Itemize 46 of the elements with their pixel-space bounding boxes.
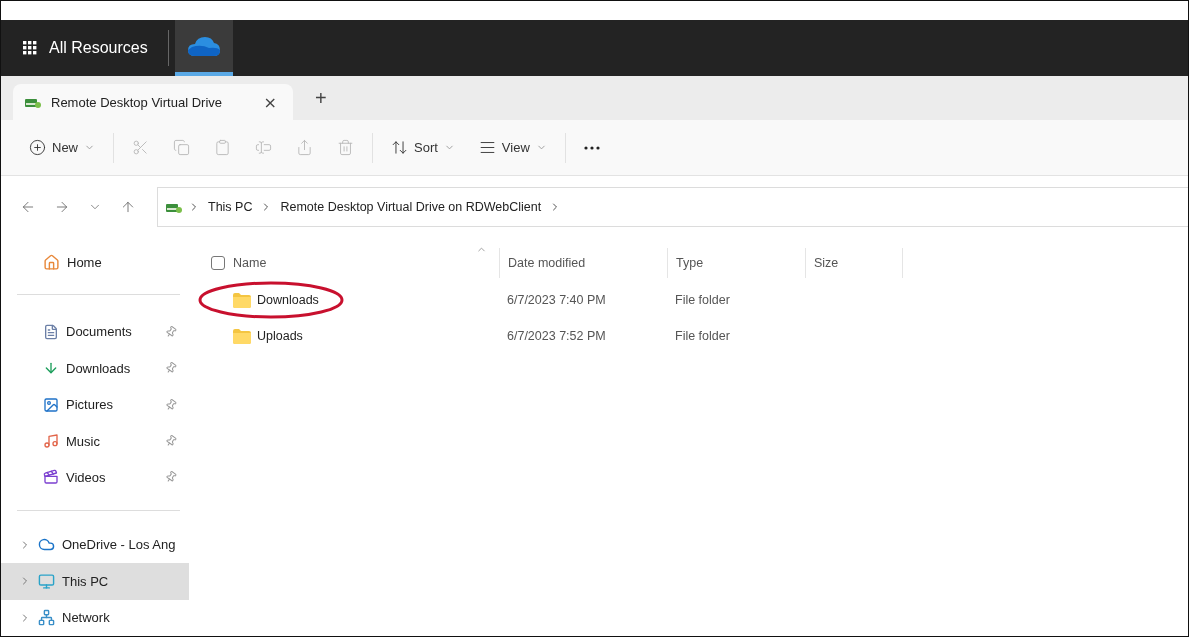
column-header[interactable]: Size bbox=[805, 248, 902, 278]
back-arrow-icon bbox=[20, 199, 36, 215]
folder-icon bbox=[233, 292, 251, 308]
breadcrumb[interactable]: Remote Desktop Virtual Drive on RDWebClient bbox=[278, 200, 544, 214]
type-cell: File folder bbox=[675, 329, 730, 343]
drive-icon bbox=[166, 201, 182, 213]
sidebar-item[interactable]: Pictures bbox=[1, 386, 189, 423]
network-icon bbox=[38, 609, 55, 627]
music-note-icon bbox=[43, 433, 59, 449]
sidebar-item[interactable]: Network bbox=[1, 599, 189, 636]
app-title: All Resources bbox=[49, 39, 148, 57]
sidebar-item[interactable]: OneDrive - Los Ang bbox=[1, 526, 189, 564]
column-header[interactable]: Date modified bbox=[499, 248, 667, 278]
forward-arrow-icon bbox=[54, 199, 70, 215]
new-tab-button[interactable]: + bbox=[307, 86, 335, 110]
column-header[interactable]: Type bbox=[667, 248, 805, 278]
select-all-checkbox[interactable] bbox=[211, 256, 225, 270]
file-name[interactable]: Downloads bbox=[257, 293, 319, 307]
view-button[interactable]: View bbox=[468, 130, 557, 165]
document-icon bbox=[43, 323, 59, 340]
drive-icon bbox=[25, 96, 41, 108]
date-cell: 6/7/2023 7:52 PM bbox=[507, 329, 606, 343]
app-grid-icon[interactable] bbox=[23, 41, 37, 55]
address-bar[interactable]: This PC Remote Desktop Virtual Drive on RDWebClient bbox=[157, 187, 1188, 227]
new-button[interactable]: New bbox=[19, 130, 105, 165]
sort-button[interactable]: Sort bbox=[381, 130, 465, 165]
sidebar-item[interactable]: Downloads bbox=[1, 349, 189, 387]
tab[interactable]: Remote Desktop Virtual Drive × bbox=[13, 84, 293, 120]
close-tab-icon[interactable]: × bbox=[263, 92, 277, 112]
home-icon bbox=[43, 253, 60, 271]
date-cell: 6/7/2023 7:40 PM bbox=[507, 293, 606, 307]
film-icon bbox=[43, 469, 59, 486]
monitor-icon bbox=[38, 572, 55, 590]
type-cell: File folder bbox=[675, 293, 730, 307]
folder-icon bbox=[233, 328, 251, 344]
sidebar-item[interactable]: Music bbox=[1, 422, 189, 460]
sidebar-item[interactable]: Documents bbox=[1, 313, 189, 350]
breadcrumb[interactable]: This PC bbox=[206, 200, 255, 214]
column-header[interactable]: Name bbox=[209, 248, 499, 278]
sidebar-item[interactable]: Videos bbox=[1, 459, 189, 496]
cloud-icon bbox=[186, 35, 221, 57]
app-tile[interactable] bbox=[174, 20, 233, 76]
picture-icon bbox=[43, 396, 59, 413]
sidebar-item[interactable]: This PC bbox=[1, 563, 189, 600]
sidebar-item[interactable]: Home bbox=[1, 244, 189, 281]
file-name[interactable]: Uploads bbox=[257, 329, 303, 343]
